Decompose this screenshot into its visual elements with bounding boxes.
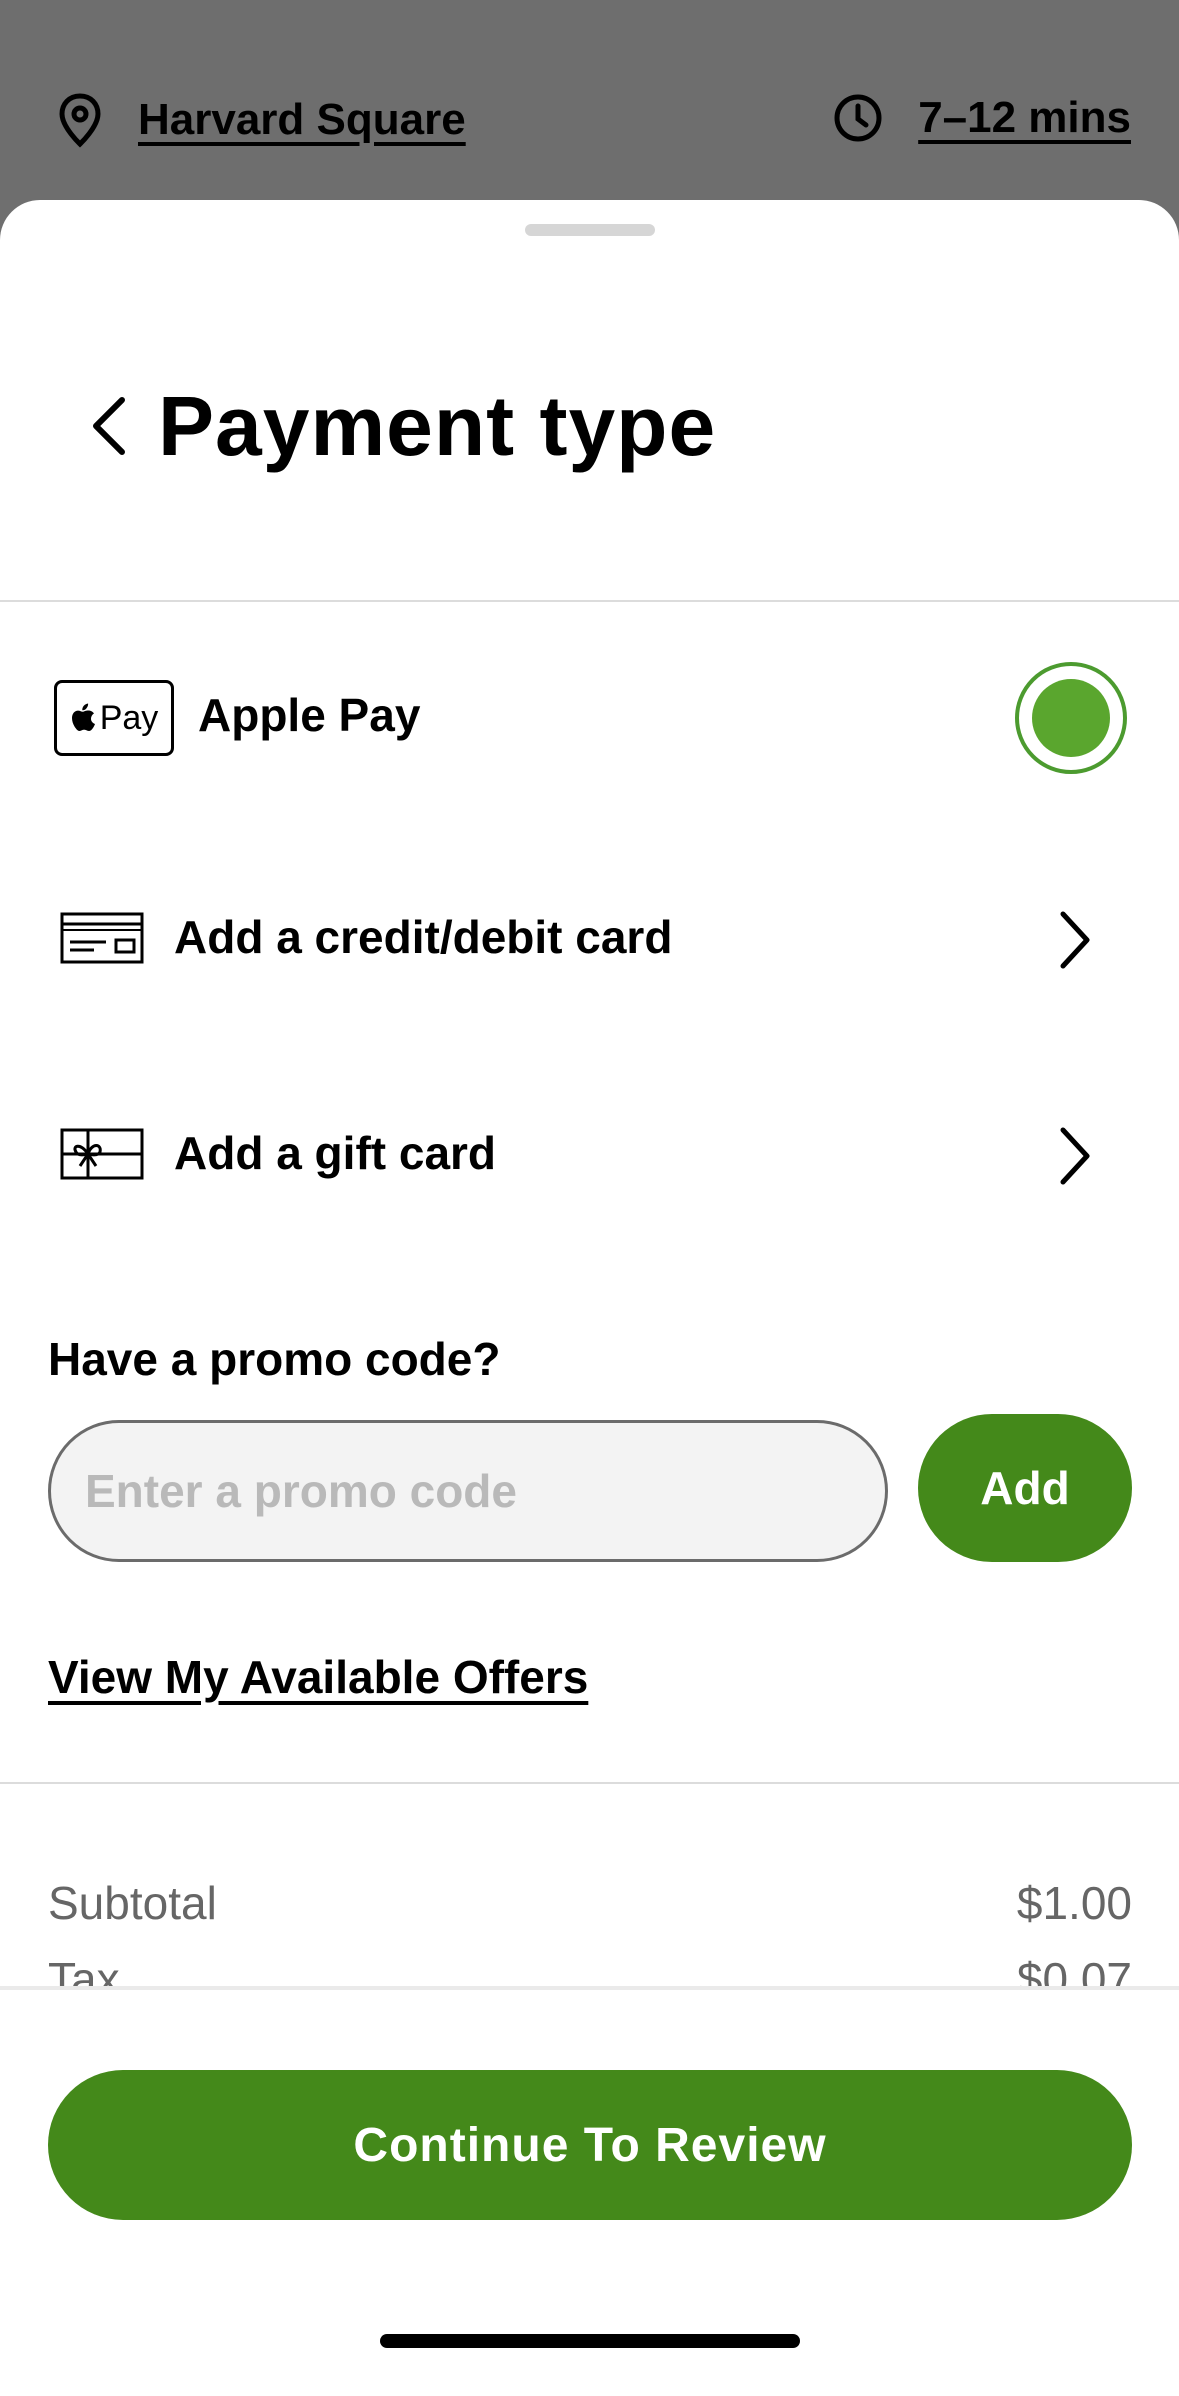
payment-sheet: Payment type Pay Apple Pay Add a credit/… — [0, 200, 1179, 2396]
apple-pay-badge: Pay — [54, 680, 174, 756]
apple-pay-radio[interactable] — [1015, 662, 1127, 774]
summary-row-subtotal: Subtotal $1.00 — [48, 1876, 1132, 1930]
payment-option-credit-card[interactable]: Add a credit/debit card — [0, 864, 1179, 1014]
chevron-right-icon — [1060, 911, 1090, 969]
chevron-right-icon — [1060, 1127, 1090, 1185]
continue-to-review-button[interactable]: Continue To Review — [48, 2070, 1132, 2220]
gift-card-icon — [60, 1128, 144, 1180]
gift-card-label: Add a gift card — [174, 1127, 497, 1179]
page-title: Payment type — [158, 379, 717, 473]
location-text[interactable]: Harvard Square — [138, 95, 466, 145]
home-indicator — [380, 2334, 800, 2348]
payment-option-apple-pay[interactable]: Pay Apple Pay — [0, 640, 1179, 790]
location-pin-icon — [59, 93, 101, 148]
view-offers-link[interactable]: View My Available Offers — [48, 1650, 588, 1704]
pickup-time[interactable]: 7–12 mins — [832, 92, 1131, 144]
apple-pay-badge-text: Pay — [99, 698, 159, 737]
subtotal-value: $1.00 — [1016, 1877, 1132, 1929]
credit-card-icon — [60, 912, 144, 964]
divider — [0, 600, 1179, 602]
sticky-footer: Continue To Review — [0, 1986, 1179, 2396]
apple-logo-icon — [71, 703, 95, 731]
clock-icon — [834, 94, 882, 142]
payment-option-gift-card[interactable]: Add a gift card — [0, 1080, 1179, 1230]
sheet-grabber[interactable] — [525, 224, 655, 236]
radio-selected-dot — [1032, 679, 1110, 757]
divider — [0, 1782, 1179, 1784]
add-promo-button[interactable]: Add — [918, 1414, 1132, 1562]
store-location[interactable]: Harvard Square — [56, 92, 466, 148]
subtotal-label: Subtotal — [48, 1877, 217, 1929]
apple-pay-label: Apple Pay — [198, 689, 421, 741]
sheet-header: Payment type — [0, 360, 1179, 480]
promo-code-label: Have a promo code? — [48, 1333, 501, 1385]
back-chevron-icon[interactable] — [86, 394, 136, 458]
top-bar: Harvard Square 7–12 mins — [0, 0, 1179, 200]
promo-code-input[interactable] — [48, 1420, 888, 1562]
credit-card-label: Add a credit/debit card — [174, 911, 673, 963]
eta-text[interactable]: 7–12 mins — [918, 93, 1131, 143]
